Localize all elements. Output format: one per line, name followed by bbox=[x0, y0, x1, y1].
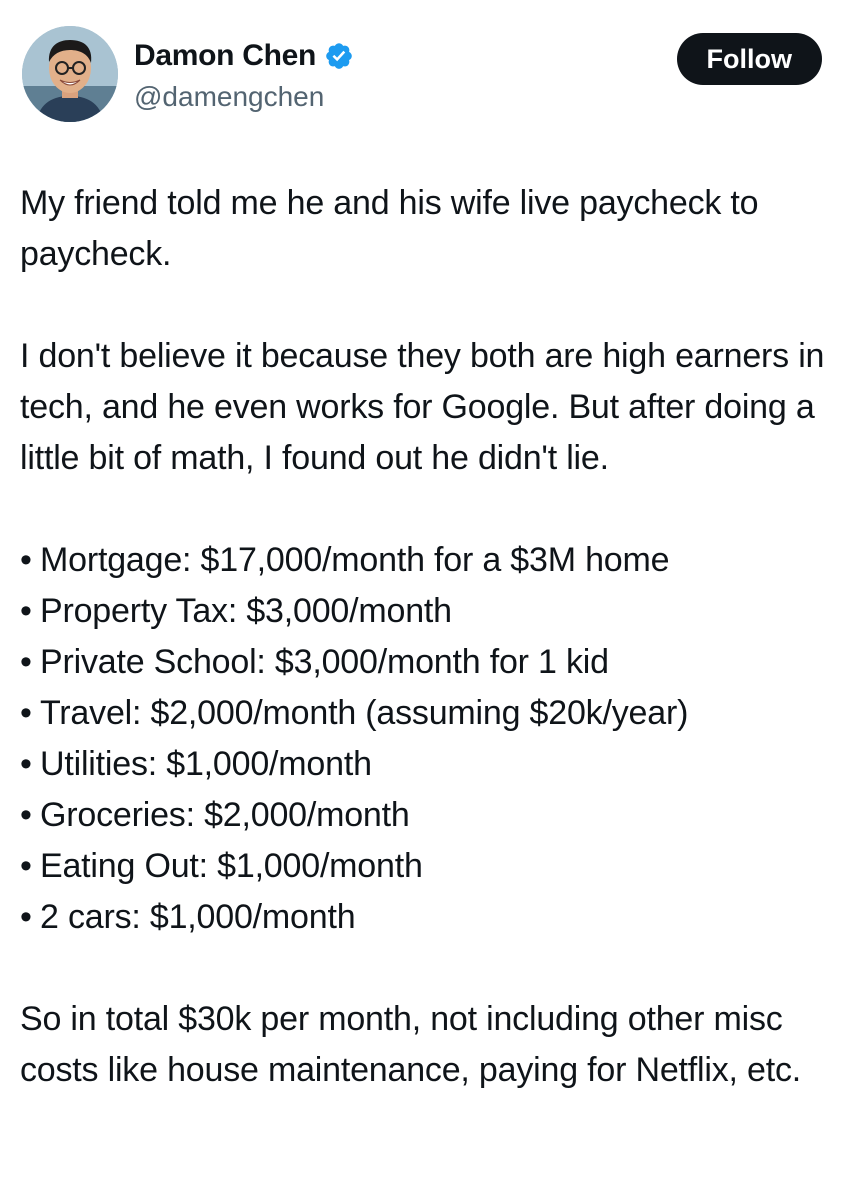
verified-badge-icon bbox=[324, 41, 354, 71]
list-item: • Property Tax: $3,000/month bbox=[20, 586, 835, 637]
bullet-mark: • bbox=[20, 847, 32, 885]
name-row: Damon Chen bbox=[134, 39, 354, 73]
follow-button[interactable]: Follow bbox=[676, 33, 822, 85]
avatar[interactable] bbox=[22, 26, 118, 122]
bullet-mark: • bbox=[20, 643, 32, 681]
user-handle[interactable]: @damengchen bbox=[134, 81, 324, 113]
tweet-header: Damon Chen @damengchen Follow bbox=[22, 26, 822, 126]
tweet-paragraph-conclusion: So in total $30k per month, not includin… bbox=[20, 1000, 802, 1089]
tweet-text: My friend told me he and his wife live p… bbox=[20, 178, 835, 1096]
tweet-paragraph-2: I don't believe it because they both are… bbox=[20, 337, 825, 477]
bullet-mark: • bbox=[20, 898, 32, 936]
list-item-text: Eating Out: $1,000/month bbox=[40, 847, 423, 885]
avatar-photo bbox=[22, 26, 118, 122]
list-item-text: Travel: $2,000/month (assuming $20k/year… bbox=[40, 694, 689, 732]
list-item: • 2 cars: $1,000/month bbox=[20, 892, 835, 943]
tweet-paragraph-intro: My friend told me he and his wife live p… bbox=[20, 184, 759, 273]
list-item-text: Groceries: $2,000/month bbox=[40, 796, 410, 834]
display-name[interactable]: Damon Chen bbox=[134, 39, 316, 73]
bullet-mark: • bbox=[20, 592, 32, 630]
list-item: • Eating Out: $1,000/month bbox=[20, 841, 835, 892]
bullet-mark: • bbox=[20, 796, 32, 834]
list-item: • Groceries: $2,000/month bbox=[20, 790, 835, 841]
list-item: • Mortgage: $17,000/month for a $3M home bbox=[20, 535, 835, 586]
list-item-text: Mortgage: $17,000/month for a $3M home bbox=[40, 541, 670, 579]
list-item-text: Property Tax: $3,000/month bbox=[40, 592, 452, 630]
list-item-text: Utilities: $1,000/month bbox=[40, 745, 372, 783]
list-item: • Utilities: $1,000/month bbox=[20, 739, 835, 790]
expense-list: • Mortgage: $17,000/month for a $3M home … bbox=[20, 535, 835, 943]
bullet-mark: • bbox=[20, 745, 32, 783]
list-item-text: 2 cars: $1,000/month bbox=[40, 898, 356, 936]
list-item: • Private School: $3,000/month for 1 kid bbox=[20, 637, 835, 688]
list-item: • Travel: $2,000/month (assuming $20k/yea… bbox=[20, 688, 835, 739]
list-item-text: Private School: $3,000/month for 1 kid bbox=[40, 643, 609, 681]
bullet-mark: • bbox=[20, 694, 32, 732]
bullet-mark: • bbox=[20, 541, 32, 579]
